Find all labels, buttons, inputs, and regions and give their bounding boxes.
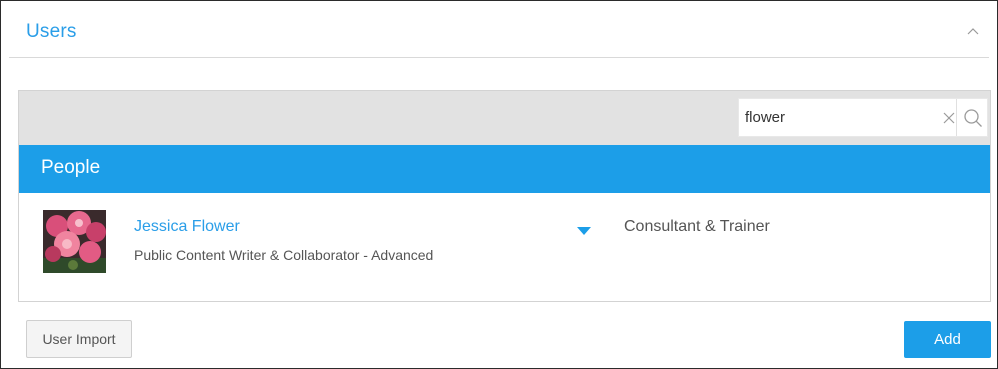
user-import-button[interactable]: User Import bbox=[26, 320, 132, 358]
search-box bbox=[738, 98, 988, 137]
user-job-title: Consultant & Trainer bbox=[624, 218, 770, 235]
section-title: People bbox=[41, 157, 101, 178]
collapse-button[interactable] bbox=[961, 19, 985, 43]
role-dropdown-button[interactable] bbox=[571, 221, 597, 241]
search-toolbar bbox=[19, 91, 990, 145]
section-header-people: People bbox=[19, 145, 990, 193]
search-icon bbox=[964, 108, 982, 127]
search-input[interactable] bbox=[739, 99, 919, 136]
users-list-container: People Jessica Flower Pu bbox=[18, 90, 991, 302]
caret-down-icon bbox=[577, 227, 591, 235]
user-role-text: Public Content Writer & Collaborator - A… bbox=[134, 247, 434, 263]
user-name-link[interactable]: Jessica Flower bbox=[134, 218, 240, 236]
chevron-up-icon bbox=[967, 28, 979, 35]
flower-photo-avatar bbox=[43, 210, 106, 273]
avatar bbox=[43, 210, 106, 273]
user-row: Jessica Flower Public Content Writer & C… bbox=[19, 193, 990, 301]
search-button[interactable] bbox=[956, 99, 989, 136]
panel-header: Users bbox=[9, 7, 989, 58]
close-icon bbox=[943, 112, 955, 124]
panel-title: Users bbox=[26, 21, 77, 42]
add-button[interactable]: Add bbox=[904, 321, 991, 358]
users-panel: Users flower People Jessica Flower Publi… bbox=[0, 0, 998, 369]
